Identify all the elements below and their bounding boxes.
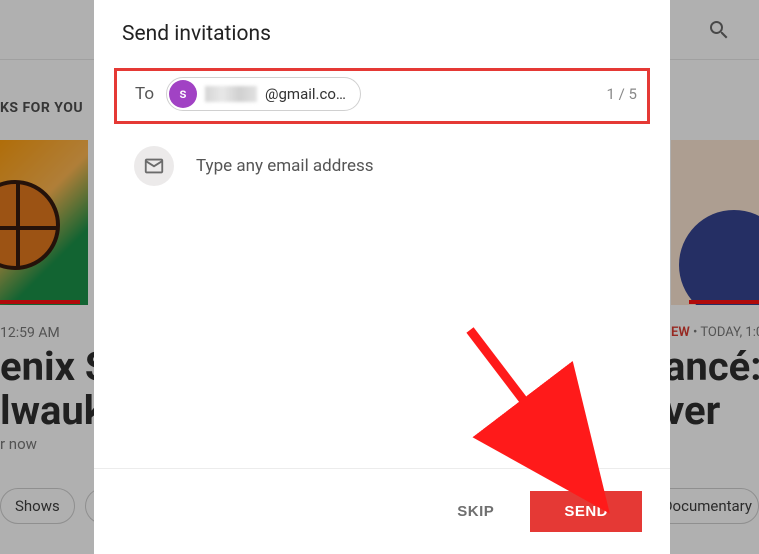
modal-title: Send invitations [94,0,670,64]
avatar: s [169,80,197,108]
redacted-name [205,86,257,102]
email-hint-text[interactable]: Type any email address [196,156,374,176]
skip-button[interactable]: SKIP [451,493,500,530]
send-button[interactable]: SEND [530,491,642,532]
recipient-email: @gmail.co… [265,85,346,103]
modal-footer: SKIP SEND [94,468,670,554]
mail-icon [134,146,174,186]
recipient-chip[interactable]: s @gmail.co… [166,77,361,111]
email-hint-row: Type any email address [94,124,670,208]
recipient-count: 1 / 5 [607,85,638,103]
send-invitations-modal: Send invitations To s @gmail.co… 1 / 5 T… [94,0,670,554]
to-field-highlight: To s @gmail.co… 1 / 5 [114,68,650,124]
to-label: To [135,84,154,104]
